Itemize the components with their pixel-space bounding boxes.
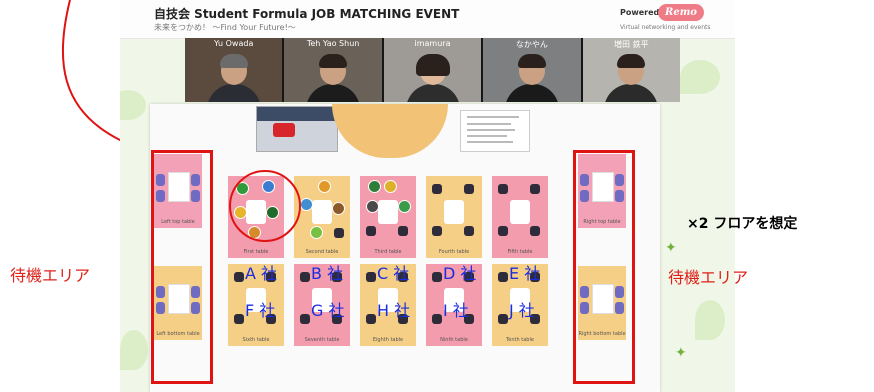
video-tile[interactable]: Teh Yao Shun [284,38,384,102]
sparkle-icon: ✦ [675,345,687,361]
room-label: Second table [305,249,339,255]
company-label: B 社 [311,264,344,283]
waiting-area-box-left [151,150,213,384]
room-label: Tenth table [506,337,534,343]
company-label: F 社 [245,301,276,320]
video-tile[interactable]: imamura [383,38,484,102]
powered-by-subtitle: Virtual networking and events [620,24,711,31]
room-label: Fifth table [507,249,533,255]
waiting-area-label-left: 待機エリア [10,266,91,285]
company-room[interactable]: Fourth table [426,176,482,258]
floors-note: ×2 フロアを想定 [687,216,798,232]
room-label: Third table [374,249,402,255]
waiting-area-box-right [573,150,635,384]
room-label: Fourth table [438,249,470,255]
event-subtitle: 未来をつかめ！ 〜Find Your Future!〜 [154,23,296,32]
waiting-area-label-right: 待機エリア [668,268,749,287]
company-label: E 社 [509,264,541,283]
participant-name: imamura [414,39,451,48]
company-label: D 社 [443,264,477,283]
video-strip: Yu Owada Teh Yao Shun imamura なかやん 増田 鉄平 [185,38,681,102]
room-label: First table [243,249,269,255]
company-room[interactable]: Third table [360,176,416,258]
company-label: G 社 [311,301,345,320]
participant-name: Teh Yao Shun [306,39,360,48]
room-label: Ninth table [440,337,468,343]
video-tile[interactable]: Yu Owada [185,38,285,102]
company-label: H 社 [377,301,411,320]
room-label: Sixth table [242,337,270,343]
play-icon[interactable] [273,123,295,137]
company-room[interactable]: Fifth table [492,176,548,258]
notice-board [460,110,530,152]
company-label: A 社 [245,264,278,283]
remo-logo[interactable]: Remo [658,4,704,21]
highlight-circle [229,170,301,242]
company-label: C 社 [377,264,410,283]
participant-name: 増田 鉄平 [614,40,649,49]
company-label: J 社 [509,301,535,320]
participant-name: Yu Owada [214,39,254,48]
event-header: 自技会 Student Formula JOB MATCHING EVENT 未… [120,0,735,39]
participant-name: なかやん [515,40,548,49]
room-label: Seventh table [304,337,340,343]
sparkle-icon: ✦ [665,240,677,256]
room-label: Eighth table [372,337,404,343]
company-room[interactable]: Second table [294,176,350,258]
event-title: 自技会 Student Formula JOB MATCHING EVENT [154,7,460,21]
video-tile[interactable]: なかやん [483,38,583,102]
company-label: I 社 [443,301,469,320]
video-banner[interactable] [256,106,338,152]
stage-area [332,104,448,158]
video-tile[interactable]: 増田 鉄平 [582,38,681,102]
